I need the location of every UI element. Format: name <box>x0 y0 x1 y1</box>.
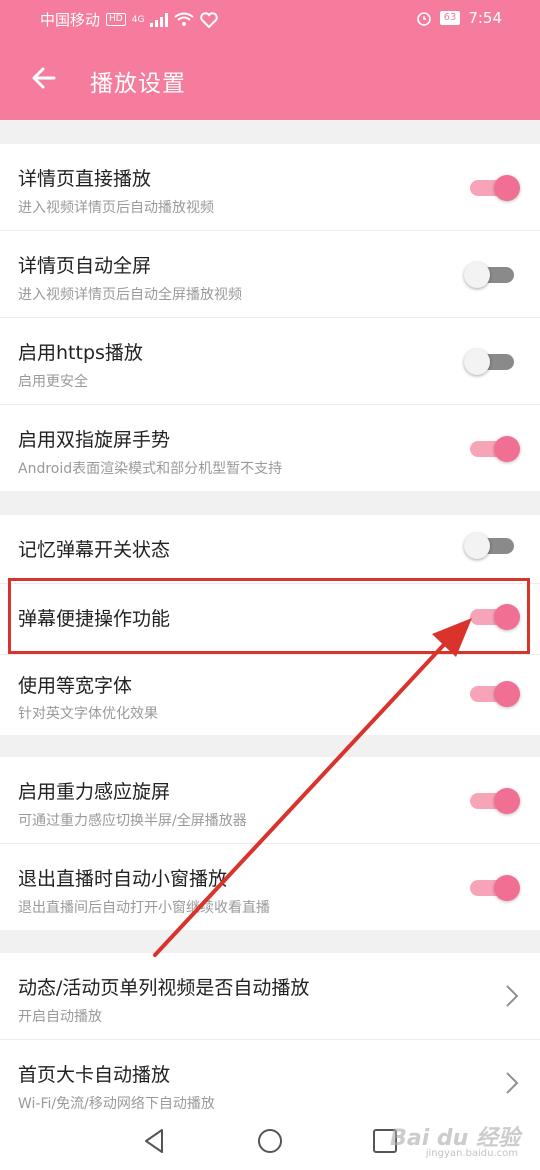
setting-title: 首页大卡自动播放 <box>18 1064 171 1086</box>
toggle-switch[interactable] <box>468 604 520 630</box>
carrier-label: 中国移动 <box>40 11 101 29</box>
setting-row-feed-autoplay[interactable]: 动态/活动页单列视频是否自动播放 开启自动播放 <box>0 953 540 1040</box>
wifi-icon <box>174 12 195 26</box>
setting-row-https[interactable]: 启用https播放 启用更安全 <box>0 318 540 405</box>
status-bar: 中国移动 HD 4G 63 7:54 <box>0 0 540 38</box>
title-bar: 播放设置 <box>0 52 540 108</box>
setting-title: 退出直播时自动小窗播放 <box>18 868 228 890</box>
setting-title: 动态/活动页单列视频是否自动播放 <box>18 977 310 999</box>
setting-row-detail-autoplay[interactable]: 详情页直接播放 进入视频详情页后自动播放视频 <box>0 144 540 231</box>
setting-row-monospace-font[interactable]: 使用等宽字体 针对英文字体优化效果 <box>0 655 540 735</box>
nav-back-button[interactable] <box>140 1126 170 1156</box>
setting-subtitle: 进入视频详情页后自动播放视频 <box>18 200 214 216</box>
arrow-left-icon <box>32 67 56 89</box>
toggle-switch[interactable] <box>464 262 516 288</box>
setting-row-danmaku-memory[interactable]: 记忆弹幕开关状态 <box>0 515 540 584</box>
setting-subtitle: 进入视频详情页后自动全屏播放视频 <box>18 287 242 303</box>
setting-row-live-pip[interactable]: 退出直播时自动小窗播放 退出直播间后自动打开小窗继续收看直播 <box>0 844 540 930</box>
network-type: 4G <box>131 14 145 25</box>
setting-title: 启用https播放 <box>18 342 143 364</box>
setting-subtitle: 启用更安全 <box>18 374 88 390</box>
setting-subtitle: 可通过重力感应切换半屏/全屏播放器 <box>18 813 247 829</box>
alarm-icon <box>416 12 431 26</box>
toggle-switch[interactable] <box>464 533 516 559</box>
setting-row-danmaku-quick-ops[interactable]: 弹幕便捷操作功能 <box>0 584 540 655</box>
battery-indicator: 63 <box>439 11 461 25</box>
toggle-switch[interactable] <box>464 349 516 375</box>
settings-section-2: 记忆弹幕开关状态 弹幕便捷操作功能 使用等宽字体 针对英文字体优化效果 <box>0 515 540 735</box>
toggle-switch[interactable] <box>468 436 520 462</box>
setting-title: 使用等宽字体 <box>18 675 133 697</box>
setting-row-gravity-rotate[interactable]: 启用重力感应旋屏 可通过重力感应切换半屏/全屏播放器 <box>0 757 540 844</box>
setting-subtitle: Android表面渲染模式和部分机型暂不支持 <box>18 461 283 477</box>
setting-title: 启用重力感应旋屏 <box>18 781 171 803</box>
chevron-right-icon[interactable] <box>504 1070 520 1103</box>
setting-subtitle: 退出直播间后自动打开小窗继续收看直播 <box>18 900 270 916</box>
toggle-switch[interactable] <box>468 175 520 201</box>
settings-section-1: 详情页直接播放 进入视频详情页后自动播放视频 详情页自动全屏 进入视频详情页后自… <box>0 144 540 491</box>
setting-title: 详情页自动全屏 <box>18 255 152 277</box>
setting-row-two-finger-rotate[interactable]: 启用双指旋屏手势 Android表面渲染模式和部分机型暂不支持 <box>0 405 540 491</box>
chevron-right-icon[interactable] <box>504 983 520 1016</box>
circle-home-icon <box>258 1129 282 1153</box>
setting-subtitle: 开启自动播放 <box>18 1009 102 1025</box>
app-header: 中国移动 HD 4G 63 7:54 播放设置 <box>0 0 540 120</box>
hd-badge: HD <box>106 13 126 26</box>
toggle-switch[interactable] <box>468 875 520 901</box>
setting-title: 记忆弹幕开关状态 <box>18 539 171 561</box>
settings-section-4: 动态/活动页单列视频是否自动播放 开启自动播放 首页大卡自动播放 Wi-Fi/免… <box>0 953 540 1126</box>
page-title: 播放设置 <box>90 71 186 97</box>
toggle-switch[interactable] <box>468 788 520 814</box>
triangle-back-icon <box>145 1129 163 1153</box>
signal-icon <box>150 12 169 27</box>
setting-title: 弹幕便捷操作功能 <box>18 608 171 630</box>
setting-row-detail-fullscreen[interactable]: 详情页自动全屏 进入视频详情页后自动全屏播放视频 <box>0 231 540 318</box>
setting-title: 详情页直接播放 <box>18 168 152 190</box>
back-button[interactable] <box>24 58 64 98</box>
nav-home-button[interactable] <box>255 1126 285 1156</box>
watermark-url: jingyan.baidu.com <box>425 1148 518 1159</box>
heart-icon <box>200 11 219 28</box>
toggle-switch[interactable] <box>468 681 520 707</box>
setting-title: 启用双指旋屏手势 <box>18 429 171 451</box>
settings-section-3: 启用重力感应旋屏 可通过重力感应切换半屏/全屏播放器 退出直播时自动小窗播放 退… <box>0 757 540 930</box>
setting-subtitle: 针对英文字体优化效果 <box>18 706 158 722</box>
clock: 7:54 <box>468 9 502 27</box>
